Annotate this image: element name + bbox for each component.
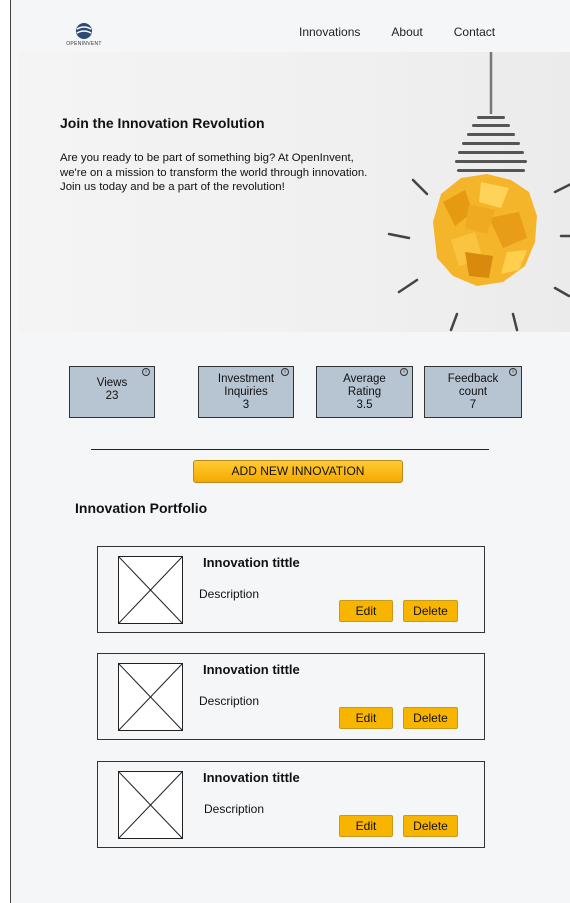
info-icon[interactable]: i <box>400 368 408 376</box>
card-title: Innovation tittle <box>203 555 300 570</box>
info-icon[interactable]: i <box>509 368 517 376</box>
image-placeholder-icon <box>118 663 183 731</box>
crumpled-paper-lightbulb-image <box>387 52 570 332</box>
nav-item-contact[interactable]: Contact <box>454 25 495 39</box>
card-description: Description <box>199 587 260 601</box>
info-icon[interactable]: i <box>281 368 289 376</box>
info-icon[interactable]: i <box>142 368 150 376</box>
nav-item-about[interactable]: About <box>391 25 422 39</box>
stat-label: Average Rating <box>343 373 386 398</box>
section-divider <box>91 449 489 450</box>
portfolio-card: Innovation tittle Description Edit Delet… <box>97 653 485 740</box>
edit-button[interactable]: Edit <box>339 707 393 729</box>
stat-label: Views <box>96 377 128 389</box>
stat-value: 23 <box>105 390 119 402</box>
delete-button[interactable]: Delete <box>403 707 458 729</box>
edit-button[interactable]: Edit <box>339 600 393 622</box>
brand-logo[interactable]: OPENINVENT <box>59 22 109 47</box>
stat-feedback-count: i Feedback count 7 <box>424 366 522 418</box>
delete-button[interactable]: Delete <box>403 815 458 837</box>
top-nav: Innovations About Contact <box>299 25 495 39</box>
stat-average-rating: i Average Rating 3.5 <box>316 366 413 418</box>
hero-banner: Join the Innovation Revolution Are you r… <box>19 52 570 332</box>
stat-label: Investment Inquiries <box>217 373 275 398</box>
stat-value: 3.5 <box>356 399 373 411</box>
delete-button[interactable]: Delete <box>403 600 458 622</box>
page: OPENINVENT Innovations About Contact Joi… <box>10 0 570 903</box>
card-title: Innovation tittle <box>203 662 300 677</box>
edit-button[interactable]: Edit <box>339 815 393 837</box>
portfolio-card: Innovation tittle Description Edit Delet… <box>97 546 485 633</box>
stat-label: Feedback count <box>447 373 499 398</box>
portfolio-card: Innovation tittle Description Edit Delet… <box>97 761 485 848</box>
image-placeholder-icon <box>118 771 183 839</box>
card-description: Description <box>204 802 265 816</box>
image-placeholder-icon <box>118 556 183 624</box>
card-description: Description <box>199 694 260 708</box>
nav-item-innovations[interactable]: Innovations <box>299 25 360 39</box>
logo-icon <box>76 23 92 39</box>
stat-value: 7 <box>469 399 477 411</box>
stat-views: i Views 23 <box>69 366 155 418</box>
logo-text: OPENINVENT <box>66 41 102 47</box>
hero-title: Join the Innovation Revolution <box>60 115 265 131</box>
card-title: Innovation tittle <box>203 770 300 785</box>
stat-value: 3 <box>242 399 250 411</box>
portfolio-title: Innovation Portfolio <box>75 500 208 516</box>
hero-text: Are you ready to be part of something bi… <box>60 152 368 193</box>
add-new-innovation-button[interactable]: ADD NEW INNOVATION <box>193 460 403 483</box>
stat-investment-inquiries: i Investment Inquiries 3 <box>198 366 294 418</box>
